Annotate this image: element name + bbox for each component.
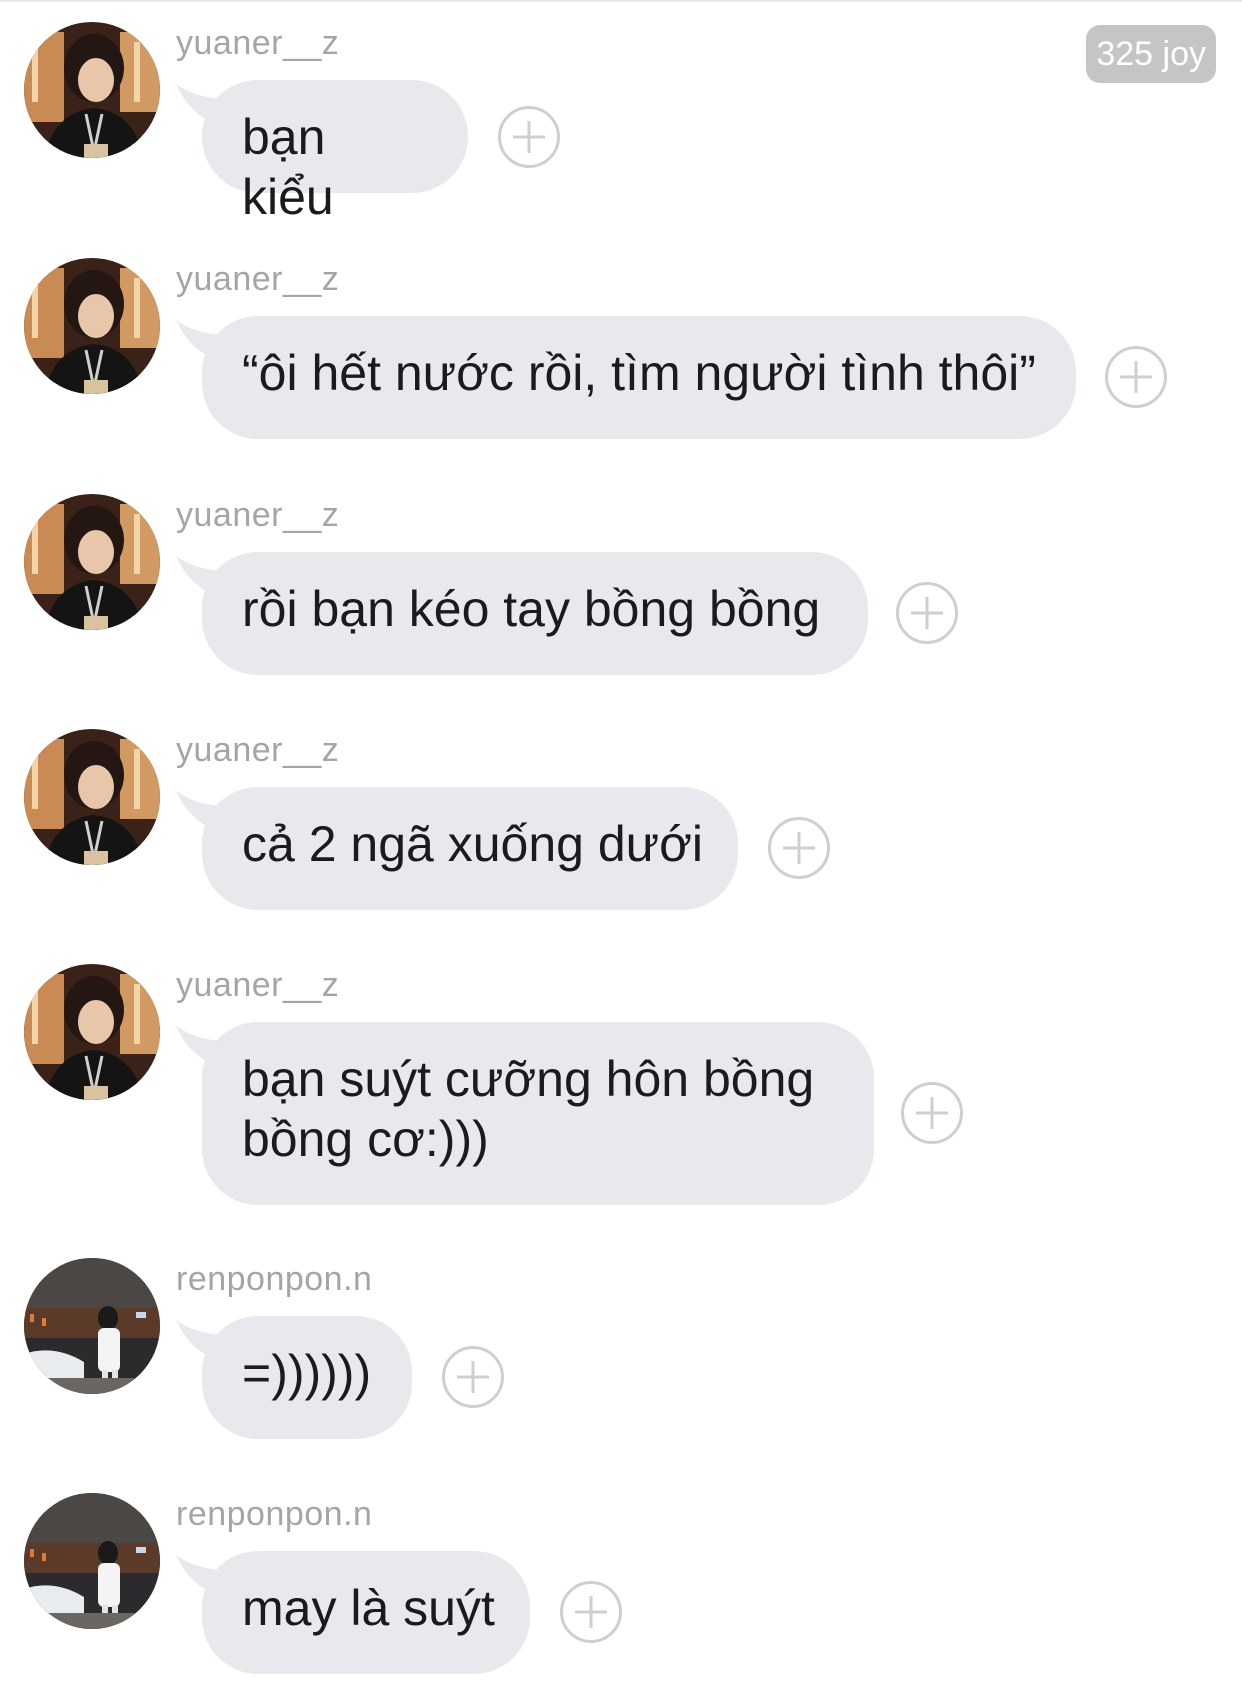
- bubble-container: bạn suýt cưỡng hôn bồng bồng cơ:))): [176, 1022, 963, 1205]
- message-bubble[interactable]: bạn kiểu: [202, 80, 468, 225]
- profile-photo-icon: [24, 494, 160, 630]
- username[interactable]: renponpon.n: [176, 1258, 372, 1300]
- profile-photo-icon: [24, 729, 160, 865]
- profile-photo-icon: [24, 1493, 160, 1629]
- bubble-container: rồi bạn kéo tay bồng bồng: [176, 552, 958, 675]
- message-bubble[interactable]: “ôi hết nước rồi, tìm người tình thôi”: [202, 316, 1076, 439]
- bubble-container: may là suýt: [176, 1551, 622, 1674]
- top-divider: [0, 0, 1242, 2]
- profile-photo-icon: [24, 258, 160, 394]
- bubble-container: “ôi hết nước rồi, tìm người tình thôi”: [176, 316, 1167, 439]
- bubble-container: =)))))): [176, 1316, 504, 1439]
- avatar[interactable]: [24, 1493, 160, 1629]
- bubble-container: cả 2 ngã xuống dưới: [176, 787, 830, 910]
- bubble-container: bạn kiểu: [176, 80, 560, 225]
- add-reaction-button[interactable]: [896, 582, 958, 644]
- add-reaction-button[interactable]: [442, 1346, 504, 1408]
- add-reaction-button[interactable]: [901, 1082, 963, 1144]
- profile-photo-icon: [24, 964, 160, 1100]
- message-bubble[interactable]: =)))))): [202, 1316, 412, 1439]
- avatar[interactable]: [24, 729, 160, 865]
- message-bubble[interactable]: cả 2 ngã xuống dưới: [202, 787, 738, 910]
- profile-photo-icon: [24, 1258, 160, 1394]
- add-reaction-button[interactable]: [768, 817, 830, 879]
- avatar[interactable]: [24, 1258, 160, 1394]
- joy-count-badge[interactable]: 325 joy: [1086, 25, 1216, 83]
- username[interactable]: yuaner__z: [176, 22, 339, 64]
- add-reaction-button[interactable]: [560, 1581, 622, 1643]
- username[interactable]: yuaner__z: [176, 964, 339, 1006]
- message-bubble[interactable]: rồi bạn kéo tay bồng bồng: [202, 552, 868, 675]
- username[interactable]: yuaner__z: [176, 258, 339, 300]
- avatar[interactable]: [24, 494, 160, 630]
- add-reaction-button[interactable]: [1105, 346, 1167, 408]
- avatar[interactable]: [24, 964, 160, 1100]
- message-bubble[interactable]: may là suýt: [202, 1551, 530, 1674]
- username[interactable]: yuaner__z: [176, 494, 339, 536]
- profile-photo-icon: [24, 22, 160, 158]
- username[interactable]: yuaner__z: [176, 729, 339, 771]
- username[interactable]: renponpon.n: [176, 1493, 372, 1535]
- message-bubble[interactable]: bạn suýt cưỡng hôn bồng bồng cơ:))): [202, 1022, 874, 1205]
- add-reaction-button[interactable]: [498, 106, 560, 168]
- avatar[interactable]: [24, 22, 160, 158]
- avatar[interactable]: [24, 258, 160, 394]
